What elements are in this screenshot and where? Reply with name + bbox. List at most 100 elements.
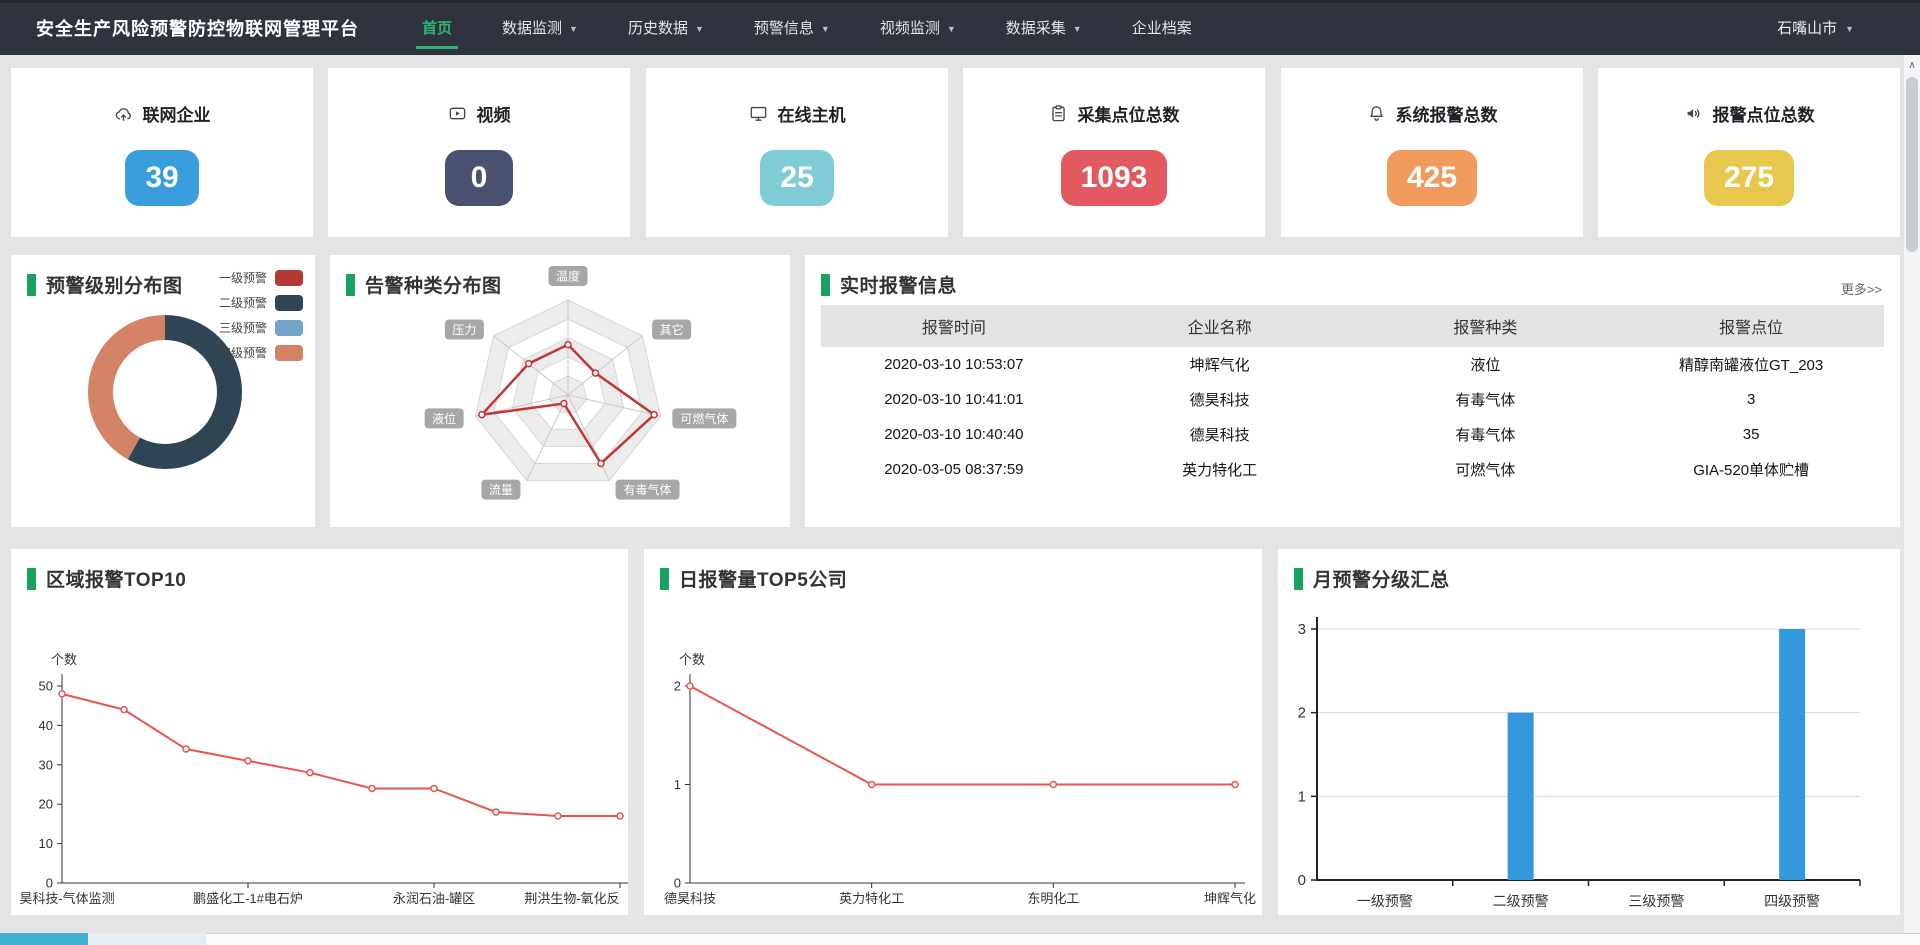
svg-text:流量: 流量 (489, 483, 513, 497)
radar-axis-label: 可燃气体 (672, 408, 736, 428)
nav-item-label: 企业档案 (1132, 20, 1192, 37)
stat-card-3[interactable]: 采集点位总数 1093 (963, 68, 1265, 237)
region-selector[interactable]: 石嘴山市▼ (1777, 3, 1854, 55)
alarm-cell: GIA-520单体贮槽 (1618, 452, 1884, 487)
more-link[interactable]: 更多>> (1841, 279, 1882, 298)
nav-item-label: 数据采集 (1006, 20, 1066, 37)
panel-accent-bar (660, 568, 669, 590)
bottom-strip (0, 933, 1920, 945)
svg-text:个数: 个数 (679, 652, 705, 667)
svg-text:可燃气体: 可燃气体 (680, 411, 728, 426)
region-label: 石嘴山市 (1777, 20, 1837, 37)
svg-text:30: 30 (39, 757, 53, 772)
svg-text:德昊科技: 德昊科技 (664, 891, 716, 906)
legend-item-2[interactable]: 三级预警 (219, 319, 303, 336)
alarm-cell: 可燃气体 (1353, 452, 1619, 487)
chevron-down-icon: ▼ (947, 24, 956, 34)
panel-accent-bar (1294, 568, 1303, 590)
app-title: 安全生产风险预警防控物联网管理平台 (36, 3, 359, 55)
speaker-icon (1684, 104, 1703, 123)
stat-label: 视频 (477, 101, 511, 126)
alarm-row-3: 2020-03-05 08:37:59英力特化工可燃气体GIA-520单体贮槽 (821, 452, 1884, 487)
panel-alert-level-distribution: 预警级别分布图 一级预警二级预警三级预警四级预警 (11, 255, 315, 527)
svg-text:1: 1 (1298, 788, 1306, 805)
nav-item-5[interactable]: 数据采集 ▼ (992, 3, 1096, 55)
vertical-scrollbar[interactable]: ∧ (1903, 55, 1920, 933)
legend-swatch (275, 270, 303, 286)
panel-accent-bar (346, 274, 355, 296)
stat-value-badge: 25 (760, 150, 833, 206)
panel-title: 告警种类分布图 (365, 271, 502, 298)
svg-text:20: 20 (39, 797, 53, 812)
alarm-cell: 35 (1618, 417, 1884, 452)
legend-label: 三级预警 (219, 319, 267, 336)
nav-item-1[interactable]: 数据监测▼ (488, 3, 592, 55)
stat-card-2[interactable]: 在线主机25 (646, 68, 948, 237)
chevron-down-icon: ▼ (1073, 24, 1082, 34)
alarm-cell: 有毒气体 (1353, 417, 1619, 452)
panel-title: 日报警量TOP5公司 (679, 565, 847, 592)
cloud-upload-icon (114, 104, 133, 123)
legend-item-0[interactable]: 一级预警 (219, 269, 303, 286)
nav-item-label: 历史数据 (628, 20, 688, 37)
svg-text:40: 40 (39, 718, 53, 733)
pie-legend: 一级预警二级预警三级预警四级预警 (219, 269, 303, 369)
stat-label-row: 视频 (328, 101, 630, 126)
svg-text:坤辉气化: 坤辉气化 (1204, 891, 1256, 906)
nav-item-3[interactable]: 预警信息▼ (740, 3, 844, 55)
svg-text:三级预警: 三级预警 (1628, 893, 1684, 909)
main-menu: 首页数据监测▼历史数据▼预警信息▼视频监测▼数据采集▼企业档案 (408, 3, 1228, 55)
stat-label-row: 采集点位总数 (963, 101, 1265, 126)
svg-text:其它: 其它 (660, 322, 684, 337)
legend-item-3[interactable]: 四级预警 (219, 344, 303, 361)
svg-text:个数: 个数 (51, 652, 77, 667)
legend-label: 一级预警 (219, 269, 267, 286)
panel-title: 区域报警TOP10 (46, 565, 186, 592)
daily-alarm-top5-line-chart: 012个数德昊科技英力特化工东明化工坤辉气化 (644, 549, 1262, 915)
alarm-col-header-1: 企业名称 (1087, 305, 1353, 347)
panel-title: 预警级别分布图 (46, 271, 183, 298)
svg-text:2: 2 (1298, 705, 1306, 722)
nav-item-label: 数据监测 (502, 20, 562, 37)
alarm-cell: 2020-03-10 10:40:40 (821, 417, 1087, 452)
panel-accent-bar (27, 568, 36, 590)
stat-card-1[interactable]: 视频 0 (328, 68, 630, 237)
legend-item-1[interactable]: 二级预警 (219, 294, 303, 311)
stat-card-5[interactable]: 报警点位总数275 (1598, 68, 1900, 237)
alarm-cell: 英力特化工 (1087, 452, 1353, 487)
scroll-up-icon[interactable]: ∧ (1904, 60, 1920, 71)
svg-text:永润石油-罐区: 永润石油-罐区 (393, 891, 475, 906)
nav-item-4[interactable]: 视频监测▼ (866, 3, 970, 55)
bottom-accent-bar-light (88, 933, 206, 945)
svg-text:英力特化工: 英力特化工 (839, 891, 904, 906)
panel-accent-bar (821, 274, 830, 296)
alarm-cell: 有毒气体 (1353, 382, 1619, 417)
video-icon (448, 104, 467, 123)
alarm-row-2: 2020-03-10 10:40:40德昊科技有毒气体35 (821, 417, 1884, 452)
legend-swatch (275, 345, 303, 361)
stat-card-0[interactable]: 联网企业39 (11, 68, 313, 237)
stat-value-badge: 1093 (1061, 150, 1168, 206)
stat-value-badge: 0 (445, 150, 513, 206)
nav-item-6[interactable]: 企业档案 (1118, 3, 1206, 55)
nav-item-2[interactable]: 历史数据▼ (614, 3, 718, 55)
dashboard-page: 安全生产风险预警防控物联网管理平台 首页数据监测▼历史数据▼预警信息▼视频监测▼… (0, 0, 1920, 945)
bell-icon (1367, 104, 1386, 123)
legend-swatch (275, 320, 303, 336)
alarm-col-header-2: 报警种类 (1353, 305, 1619, 347)
clipboard-icon (1049, 104, 1068, 123)
nav-item-0[interactable]: 首页 (408, 3, 466, 55)
svg-text:3: 3 (1298, 621, 1306, 638)
panel-monthly-alert-summary: 月预警分级汇总 0123一级预警二级预警三级预警四级预警 (1278, 549, 1900, 915)
stat-card-4[interactable]: 系统报警总数425 (1281, 68, 1583, 237)
scrollbar-thumb[interactable] (1906, 77, 1918, 252)
stat-value-badge: 275 (1704, 150, 1794, 206)
bottom-accent-bar (0, 933, 88, 945)
svg-text:0: 0 (674, 876, 681, 891)
svg-text:四级预警: 四级预警 (1764, 893, 1820, 909)
svg-text:0: 0 (1298, 872, 1306, 889)
alarm-cell: 精醇南罐液位GT_203 (1618, 347, 1884, 382)
panel-title: 实时报警信息 (840, 271, 957, 298)
alarm-cell: 2020-03-10 10:53:07 (821, 347, 1087, 382)
panel-alarm-type-distribution: 告警种类分布图 温度其它可燃气体有毒气体流量液位压力 (330, 255, 790, 527)
